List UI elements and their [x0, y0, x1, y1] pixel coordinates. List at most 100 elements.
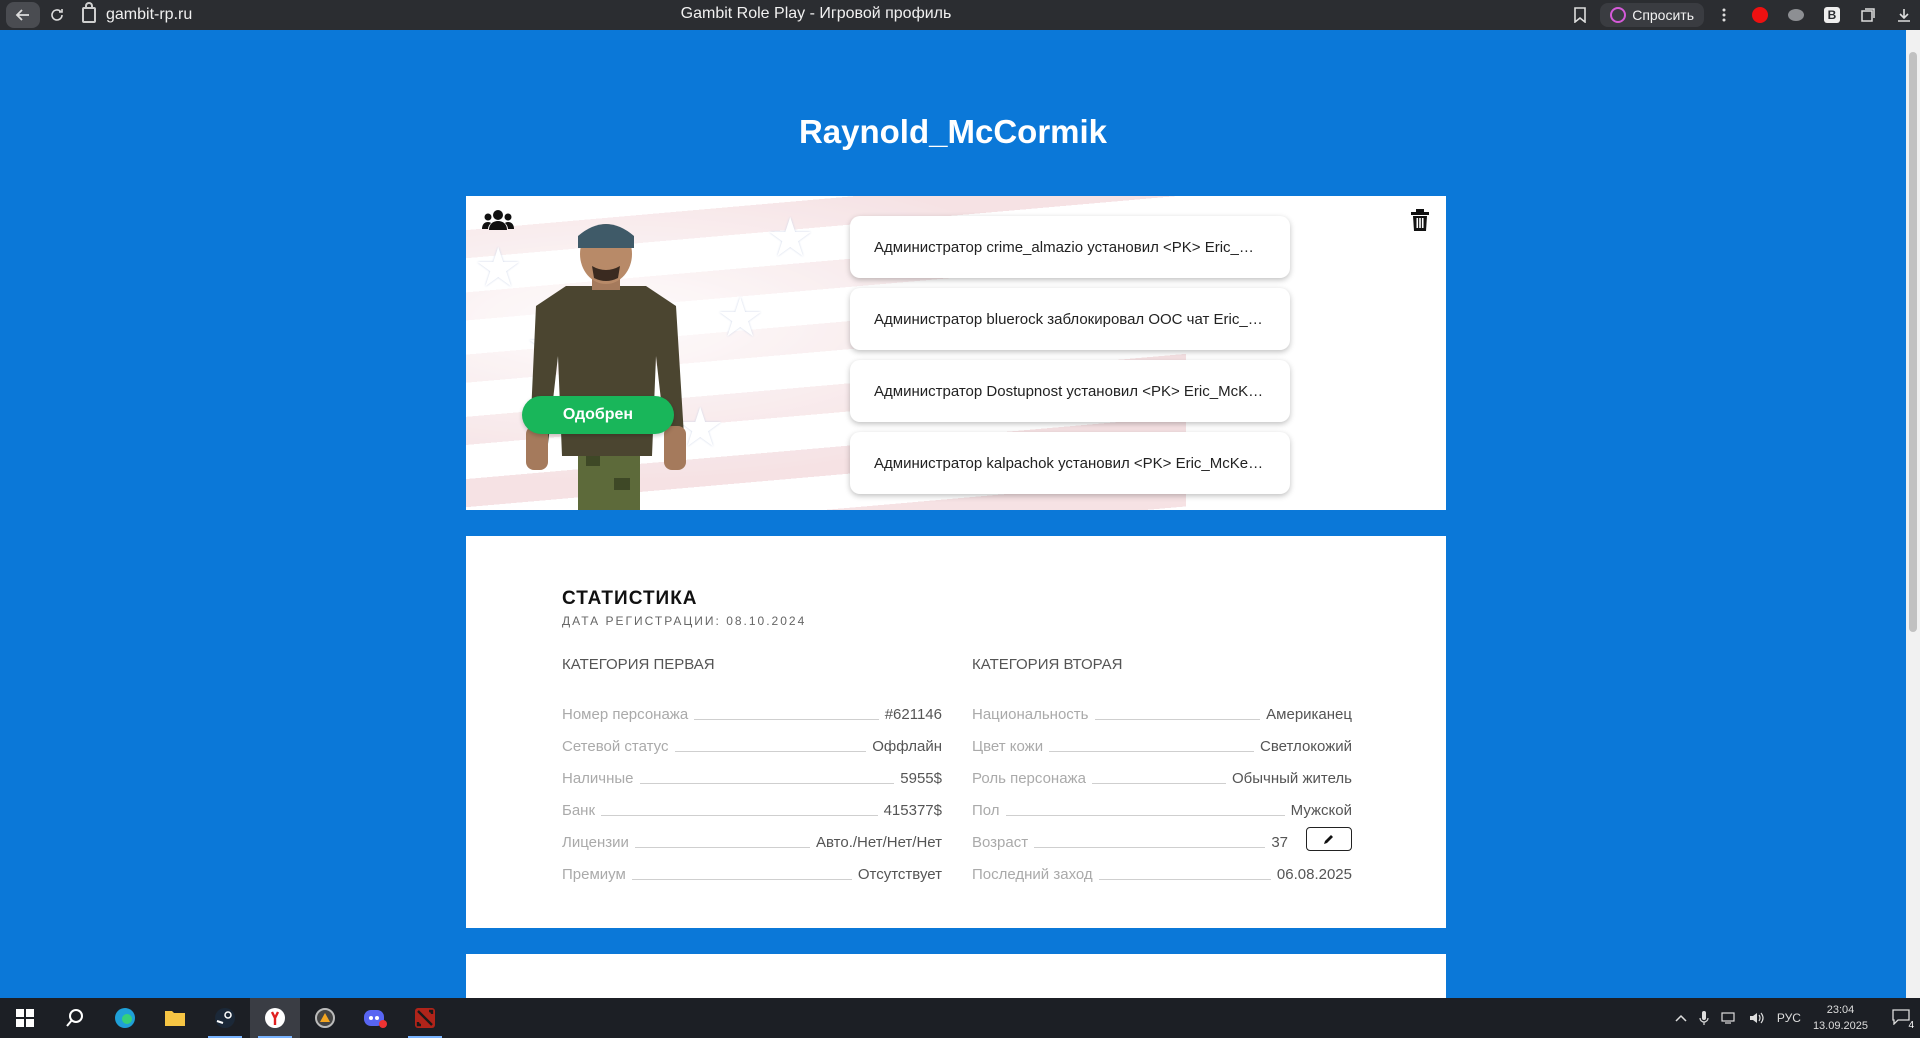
stat-label: Роль персонажа [972, 770, 1086, 787]
admin-log-list: Администратор crime_almazio установил <P… [850, 216, 1290, 504]
discord-icon [364, 1010, 387, 1028]
log-item[interactable]: Администратор bluerock заблокировал OOC … [850, 288, 1290, 350]
trash-icon[interactable] [1410, 208, 1430, 232]
lock-icon [82, 2, 96, 23]
stat-value: Авто./Нет/Нет/Нет [816, 834, 942, 851]
stat-label: Сетевой статус [562, 738, 669, 755]
stat-row: Последний заход 06.08.2025 [972, 851, 1352, 883]
bookmark-icon [1574, 7, 1587, 23]
stat-value: 06.08.2025 [1276, 866, 1352, 883]
extension-adblock[interactable] [1744, 0, 1776, 30]
taskbar-explorer[interactable] [150, 998, 200, 1038]
stat-row: Наличные 5955$ [562, 755, 942, 787]
stat-label: Национальность [972, 706, 1089, 723]
registration-date: ДАТА РЕГИСТРАЦИИ: 08.10.2024 [562, 614, 807, 628]
taskbar-app-launcher[interactable] [300, 998, 350, 1038]
edit-age-button[interactable] [1306, 827, 1352, 851]
url-text: gambit-rp.ru [106, 6, 193, 23]
bookmark-button[interactable] [1564, 0, 1596, 30]
clock[interactable]: 23:04 13.09.2025 [1813, 1002, 1868, 1034]
taskbar-discord[interactable] [350, 998, 400, 1038]
stat-value: Отсутствует [857, 866, 942, 883]
stat-value: 37 [1271, 834, 1288, 851]
language-indicator[interactable]: РУС [1777, 1011, 1801, 1025]
stat-value: Американец [1266, 706, 1352, 723]
category-title: КАТЕГОРИЯ ВТОРАЯ [972, 656, 1123, 673]
stat-row: Роль персонажа Обычный житель [972, 755, 1352, 787]
notifications-button[interactable]: 4 [1892, 1008, 1914, 1031]
windows-icon [16, 1009, 34, 1027]
download-icon [1898, 9, 1910, 22]
status-badge: Одобрен [522, 396, 674, 434]
taskbar-dota[interactable] [400, 998, 450, 1038]
stat-row: Лицензии Авто./Нет/Нет/Нет [562, 819, 942, 851]
network-icon[interactable] [1721, 1011, 1737, 1025]
log-item[interactable]: Администратор kalpachok установил <PK> E… [850, 432, 1290, 494]
stat-label: Лицензии [562, 834, 629, 851]
stat-row: Премиум Отсутствует [562, 851, 942, 883]
stat-value: Обычный житель [1232, 770, 1352, 787]
taskbar-yandex-browser[interactable] [250, 998, 300, 1038]
log-text: Администратор crime_almazio установил <P… [874, 238, 1266, 256]
pencil-icon [1324, 835, 1333, 844]
stat-value: #621146 [884, 706, 942, 723]
steam-icon [215, 1008, 235, 1028]
microphone-icon[interactable] [1699, 1011, 1709, 1025]
start-button[interactable] [0, 998, 50, 1038]
system-tray: РУС 23:04 13.09.2025 4 [1675, 998, 1920, 1038]
collections-button[interactable] [1852, 0, 1884, 30]
reload-button[interactable] [40, 0, 74, 30]
stat-value: Светлокожий [1260, 738, 1352, 755]
profile-username: Raynold_McCormik [798, 113, 1108, 150]
volume-icon[interactable] [1749, 1011, 1765, 1025]
stat-row: Номер персонажа #621146 [562, 691, 942, 723]
star-decoration: ★ [716, 288, 765, 348]
stat-label: Цвет кожи [972, 738, 1044, 755]
back-button[interactable] [6, 2, 40, 28]
chevron-up-icon[interactable] [1675, 1013, 1687, 1023]
stat-row: Банк 415377$ [562, 787, 942, 819]
downloads-button[interactable] [1888, 0, 1920, 30]
extension-b[interactable]: B [1816, 0, 1848, 30]
stat-row: Сетевой статус Оффлайн [562, 723, 942, 755]
clock-date: 13.09.2025 [1812, 1020, 1868, 1032]
ask-button[interactable]: Спросить [1600, 3, 1704, 27]
edge-icon [115, 1008, 135, 1028]
stat-divider [601, 815, 878, 816]
reload-icon [51, 9, 63, 21]
log-item[interactable]: Администратор crime_almazio установил <P… [850, 216, 1290, 278]
dota-icon [415, 1008, 435, 1028]
adblock-icon [1752, 7, 1768, 23]
stat-label: Банк [562, 802, 596, 819]
page-scrollbar[interactable] [1906, 30, 1920, 998]
scroll-thumb[interactable] [1909, 52, 1917, 632]
log-item[interactable]: Администратор Dostupnost установил <PK> … [850, 360, 1290, 422]
category-title: КАТЕГОРИЯ ПЕРВАЯ [562, 656, 715, 673]
extension-icon [1788, 9, 1804, 21]
stat-row: Возраст 37 [972, 819, 1352, 851]
profile-card: ★ ★ ★ ★ ★ Одобрен Администратор crime_al… [466, 196, 1446, 510]
stat-divider [674, 751, 867, 752]
stat-divider [1091, 783, 1226, 784]
stat-label: Последний заход [972, 866, 1093, 883]
taskbar: РУС 23:04 13.09.2025 4 [0, 998, 1920, 1038]
log-text: Администратор kalpachok установил <PK> E… [874, 454, 1266, 472]
stat-label: Наличные [562, 770, 634, 787]
log-text: Администратор Dostupnost установил <PK> … [874, 382, 1266, 400]
ask-label: Спросить [1632, 7, 1694, 23]
stat-label: Возраст [972, 834, 1029, 851]
extension-gray[interactable] [1780, 0, 1812, 30]
stat-row: Цвет кожи Светлокожий [972, 723, 1352, 755]
arrow-left-icon [15, 9, 29, 21]
stat-value: 415377$ [883, 802, 942, 819]
notification-icon [1892, 1008, 1910, 1026]
category-second: КАТЕГОРИЯ ВТОРАЯ Национальность Американе… [972, 656, 1352, 883]
address-bar[interactable]: gambit-rp.ru [82, 2, 642, 24]
stat-label: Пол [972, 802, 1000, 819]
taskbar-edge[interactable] [100, 998, 150, 1038]
taskbar-steam[interactable] [200, 998, 250, 1038]
stat-divider [631, 879, 852, 880]
search-button[interactable] [50, 998, 100, 1038]
menu-button[interactable] [1708, 0, 1740, 30]
stat-label: Номер персонажа [562, 706, 689, 723]
